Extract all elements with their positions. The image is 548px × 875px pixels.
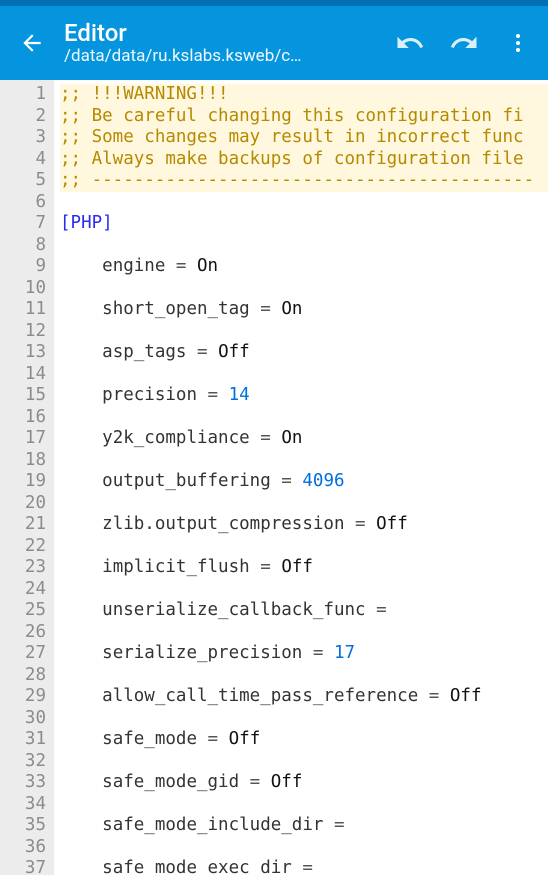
line-number: 28	[8, 665, 46, 687]
line-number: 35	[8, 815, 46, 837]
code-line[interactable]: safe_mode_include_dir =	[60, 815, 548, 837]
line-number: 37	[8, 858, 46, 875]
line-number: 10	[8, 278, 46, 300]
line-number: 14	[8, 364, 46, 386]
toolbar-actions	[392, 25, 536, 61]
line-number: 18	[8, 450, 46, 472]
code-line[interactable]: allow_call_time_pass_reference = Off	[60, 686, 548, 708]
line-number: 22	[8, 536, 46, 558]
line-number: 3	[8, 127, 46, 149]
code-line[interactable]	[60, 407, 548, 429]
line-number: 29	[8, 686, 46, 708]
line-number: 32	[8, 751, 46, 773]
code-line[interactable]: unserialize_callback_func =	[60, 600, 548, 622]
line-number: 30	[8, 708, 46, 730]
line-number: 6	[8, 192, 46, 214]
code-line[interactable]	[60, 622, 548, 644]
arrow-back-icon	[19, 30, 45, 56]
line-number: 25	[8, 600, 46, 622]
line-number: 2	[8, 106, 46, 128]
code-line[interactable]: output_buffering = 4096	[60, 471, 548, 493]
code-line[interactable]: ;; !!!WARNING!!!	[60, 84, 548, 106]
file-path: /data/data/ru.kslabs.ksweb/c…	[64, 46, 392, 66]
code-line[interactable]: zlib.output_compression = Off	[60, 514, 548, 536]
code-line[interactable]	[60, 837, 548, 859]
code-line[interactable]: ;; Always make backups of configuration …	[60, 149, 548, 171]
line-number-gutter: 1234567891011121314151617181920212223242…	[0, 80, 54, 875]
code-line[interactable]: ;; -------------------------------------…	[60, 170, 548, 192]
line-number: 7	[8, 213, 46, 235]
line-number: 4	[8, 149, 46, 171]
code-line[interactable]: precision = 14	[60, 385, 548, 407]
redo-icon	[449, 28, 479, 58]
undo-icon	[395, 28, 425, 58]
line-number: 34	[8, 794, 46, 816]
line-number: 36	[8, 837, 46, 859]
code-line[interactable]: safe_mode_exec_dir =	[60, 858, 548, 875]
code-line[interactable]	[60, 665, 548, 687]
code-line[interactable]: asp_tags = Off	[60, 342, 548, 364]
line-number: 26	[8, 622, 46, 644]
line-number: 13	[8, 342, 46, 364]
code-line[interactable]	[60, 364, 548, 386]
code-line[interactable]: short_open_tag = On	[60, 299, 548, 321]
line-number: 16	[8, 407, 46, 429]
code-line[interactable]: ;; Some changes may result in incorrect …	[60, 127, 548, 149]
code-line[interactable]	[60, 708, 548, 730]
line-number: 17	[8, 428, 46, 450]
line-number: 20	[8, 493, 46, 515]
redo-button[interactable]	[446, 25, 482, 61]
line-number: 12	[8, 321, 46, 343]
code-line[interactable]	[60, 321, 548, 343]
line-number: 23	[8, 557, 46, 579]
code-line[interactable]: safe_mode = Off	[60, 729, 548, 751]
editor-area[interactable]: 1234567891011121314151617181920212223242…	[0, 80, 548, 875]
undo-button[interactable]	[392, 25, 428, 61]
line-number: 5	[8, 170, 46, 192]
code-line[interactable]	[60, 493, 548, 515]
line-number: 19	[8, 471, 46, 493]
code-line[interactable]	[60, 751, 548, 773]
code-line[interactable]	[60, 192, 548, 214]
line-number: 15	[8, 385, 46, 407]
code-content[interactable]: ;; !!!WARNING!!!;; Be careful changing t…	[54, 80, 548, 875]
code-line[interactable]	[60, 536, 548, 558]
line-number: 9	[8, 256, 46, 278]
back-button[interactable]	[8, 19, 56, 67]
line-number: 11	[8, 299, 46, 321]
line-number: 33	[8, 772, 46, 794]
line-number: 21	[8, 514, 46, 536]
line-number: 8	[8, 235, 46, 257]
code-line[interactable]	[60, 579, 548, 601]
code-line[interactable]: safe_mode_gid = Off	[60, 772, 548, 794]
code-line[interactable]: engine = On	[60, 256, 548, 278]
code-line[interactable]	[60, 278, 548, 300]
app-title: Editor	[64, 20, 392, 46]
code-line[interactable]	[60, 794, 548, 816]
code-line[interactable]	[60, 450, 548, 472]
code-line[interactable]	[60, 235, 548, 257]
code-line[interactable]: implicit_flush = Off	[60, 557, 548, 579]
title-block: Editor /data/data/ru.kslabs.ksweb/c…	[64, 20, 392, 66]
line-number: 24	[8, 579, 46, 601]
code-line[interactable]: y2k_compliance = On	[60, 428, 548, 450]
overflow-menu-button[interactable]	[500, 25, 536, 61]
code-line[interactable]: ;; Be careful changing this configuratio…	[60, 106, 548, 128]
line-number: 31	[8, 729, 46, 751]
line-number: 27	[8, 643, 46, 665]
more-vert-icon	[506, 31, 530, 55]
code-line[interactable]: [PHP]	[60, 213, 548, 235]
toolbar: Editor /data/data/ru.kslabs.ksweb/c…	[0, 6, 548, 80]
line-number: 1	[8, 84, 46, 106]
code-line[interactable]: serialize_precision = 17	[60, 643, 548, 665]
